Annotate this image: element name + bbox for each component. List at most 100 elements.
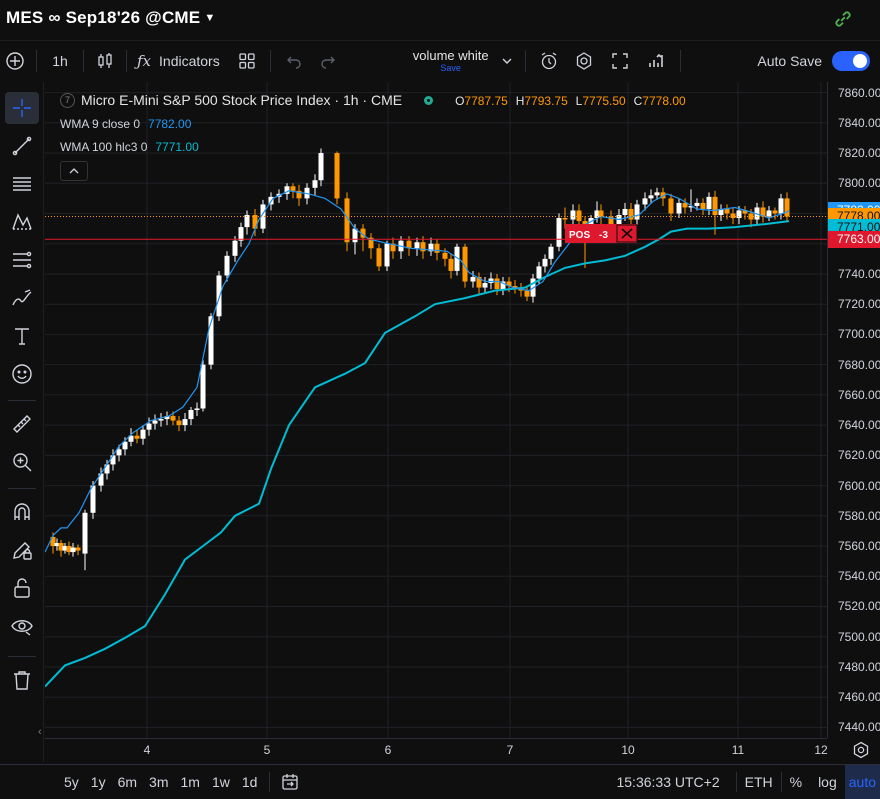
measure-tool[interactable] bbox=[5, 408, 39, 440]
layout-name-button[interactable]: volume white Save bbox=[413, 49, 489, 73]
chart-type-button[interactable] bbox=[90, 45, 120, 77]
percent-scale-button[interactable]: % bbox=[782, 774, 810, 790]
settings-button[interactable] bbox=[566, 45, 602, 77]
templates-button[interactable] bbox=[230, 45, 264, 77]
goto-date-button[interactable] bbox=[280, 772, 300, 792]
fib-tool[interactable] bbox=[5, 168, 39, 200]
gear-icon bbox=[576, 51, 591, 70]
candle-body bbox=[548, 246, 554, 259]
legend-collapse-button[interactable] bbox=[60, 161, 88, 181]
range-button-1d[interactable]: 1d bbox=[236, 774, 264, 790]
price-axis[interactable]: 7860.007840.007820.007800.007780.007760.… bbox=[827, 82, 880, 738]
wma100-legend[interactable]: WMA 100 hlc3 0 7771.00 bbox=[60, 140, 690, 154]
market-status-icon[interactable] bbox=[424, 95, 434, 105]
zoom-tool[interactable] bbox=[5, 446, 39, 478]
screenshot-button[interactable] bbox=[638, 45, 674, 77]
log-scale-button[interactable]: log bbox=[810, 774, 845, 790]
toolbar-divider bbox=[679, 49, 681, 72]
layout-menu-button[interactable] bbox=[495, 45, 519, 77]
pattern-tool[interactable] bbox=[5, 206, 39, 238]
text-tool[interactable] bbox=[5, 320, 39, 352]
emoji-tool[interactable] bbox=[5, 358, 39, 390]
candles-icon bbox=[98, 52, 112, 68]
candle-body bbox=[238, 227, 244, 241]
range-button-1y[interactable]: 1y bbox=[85, 774, 112, 790]
link-icon[interactable] bbox=[832, 8, 854, 30]
clock[interactable]: 15:36:33 UTC+2 bbox=[616, 774, 719, 790]
candle-body bbox=[470, 276, 476, 282]
instrument-title[interactable]: Micro E-Mini S&P 500 Stock Price Index ·… bbox=[81, 92, 402, 108]
range-button-6m[interactable]: 6m bbox=[112, 774, 143, 790]
collapse-toolbar-button[interactable]: ‹ bbox=[38, 726, 42, 738]
candle-body bbox=[224, 255, 230, 276]
fullscreen-button[interactable] bbox=[602, 45, 638, 77]
toolbar-divider bbox=[36, 49, 37, 72]
undo-button[interactable] bbox=[277, 45, 311, 77]
candle-body bbox=[730, 213, 736, 219]
drawing-lock-tool[interactable] bbox=[5, 534, 39, 566]
candle-body bbox=[562, 218, 568, 220]
low-value: 7775.50 bbox=[582, 94, 626, 108]
magnet-icon bbox=[14, 503, 30, 520]
chart-pane[interactable]: POS -3 7 Micro E-Mini S&P 500 Stock Pric… bbox=[45, 82, 827, 738]
position-label: POS bbox=[569, 230, 590, 241]
range-button-3m[interactable]: 3m bbox=[143, 774, 174, 790]
range-button-1m[interactable]: 1m bbox=[175, 774, 206, 790]
candle-body bbox=[598, 210, 604, 217]
drawing-toolbar: ‹ bbox=[0, 82, 44, 762]
smiley-icon bbox=[12, 364, 32, 384]
forecast-tool[interactable] bbox=[5, 244, 39, 276]
candle-body bbox=[648, 195, 654, 199]
wma100-label: WMA 100 hlc3 0 bbox=[60, 140, 148, 154]
price-tick-label: 7440.00 bbox=[838, 720, 880, 735]
candle-body bbox=[188, 410, 194, 420]
candle-body bbox=[104, 464, 110, 474]
gear-icon[interactable] bbox=[852, 741, 870, 759]
crosshair-tool[interactable] bbox=[5, 92, 39, 124]
candle-body bbox=[75, 547, 81, 551]
time-tick-label: 12 bbox=[814, 743, 828, 757]
zoom-in-icon bbox=[13, 453, 32, 472]
symbol-title: MES ∞ Sep18'26 @CME bbox=[6, 8, 201, 27]
symbol-search-button[interactable]: MES ∞ Sep18'26 @CME ▼ bbox=[6, 8, 215, 28]
time-tick-label: 4 bbox=[143, 743, 151, 757]
price-tick-label: 7740.00 bbox=[838, 266, 880, 281]
candle-body bbox=[176, 420, 182, 426]
wma100-line bbox=[45, 220, 790, 688]
trash-icon bbox=[14, 671, 30, 690]
autosave-toggle[interactable] bbox=[832, 50, 870, 71]
candle-body bbox=[434, 243, 440, 253]
redo-button[interactable] bbox=[311, 45, 345, 77]
ruler-icon bbox=[13, 415, 31, 433]
trend-line-icon bbox=[12, 136, 32, 156]
magnet-tool[interactable] bbox=[5, 496, 39, 528]
tool-divider bbox=[8, 656, 36, 657]
candle-body bbox=[290, 186, 296, 191]
auto-scale-button[interactable]: auto bbox=[844, 764, 880, 799]
candle-body bbox=[784, 198, 790, 217]
candle-body bbox=[414, 242, 420, 249]
price-tick-label: 7640.00 bbox=[838, 418, 880, 433]
range-button-1w[interactable]: 1w bbox=[206, 774, 236, 790]
candle-body bbox=[448, 258, 454, 271]
hide-tool[interactable] bbox=[5, 610, 39, 642]
remove-tool[interactable] bbox=[5, 664, 39, 696]
time-tick-label: 10 bbox=[621, 743, 635, 757]
brush-tool[interactable] bbox=[5, 282, 39, 314]
session-button[interactable]: ETH bbox=[737, 774, 781, 790]
time-axis[interactable]: 4 5 6 7 10 11 12 bbox=[45, 738, 828, 762]
lock-tool[interactable] bbox=[5, 572, 39, 604]
trend-line-tool[interactable] bbox=[5, 130, 39, 162]
candle-body bbox=[700, 202, 706, 209]
chevron-up-icon bbox=[69, 168, 79, 174]
position-price-badge: 7763.00 bbox=[828, 230, 880, 248]
wma9-legend[interactable]: WMA 9 close 0 7782.00 bbox=[60, 117, 690, 131]
add-symbol-button[interactable] bbox=[0, 45, 30, 77]
indicators-button[interactable]: ƒx Indicators bbox=[133, 45, 224, 77]
alert-button[interactable] bbox=[532, 45, 566, 77]
interval-button[interactable]: 1h bbox=[43, 45, 77, 77]
range-button-5y[interactable]: 5y bbox=[58, 774, 85, 790]
candle-body bbox=[766, 210, 772, 217]
candle-body bbox=[134, 435, 140, 439]
candle-body bbox=[542, 258, 548, 267]
